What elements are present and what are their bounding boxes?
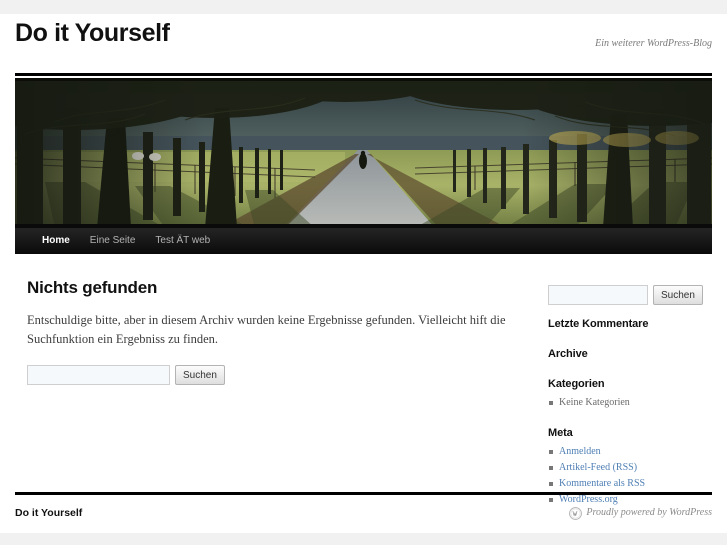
nav-item-eine-seite[interactable]: Eine Seite <box>80 228 146 254</box>
footer-divider <box>15 492 712 495</box>
category-empty-label: Keine Kategorien <box>559 397 630 408</box>
not-found-message: Entschuldige bitte, aber in diesem Archi… <box>27 313 506 346</box>
site-description: Ein weiterer WordPress-Blog <box>595 38 712 49</box>
list-item[interactable]: Anmelden <box>548 445 713 459</box>
site-title-link[interactable]: Do it Yourself <box>15 19 170 47</box>
nav-list: Home Eine Seite Test ÄT web <box>15 228 712 254</box>
main-content: Nichts gefunden Entschuldige bitte, aber… <box>27 278 517 385</box>
list-item: Keine Kategorien <box>548 396 713 410</box>
entry-content: Entschuldige bitte, aber in diesem Archi… <box>27 311 517 349</box>
widget-title-recent-comments: Letzte Kommentare <box>548 318 649 330</box>
browser-page: Do it Yourself Ein weiterer WordPress-Bl… <box>0 0 727 545</box>
nav-link-eine-seite[interactable]: Eine Seite <box>80 228 146 254</box>
tree-lined-path-photo <box>15 78 712 228</box>
site-title[interactable]: Do it Yourself <box>15 18 170 48</box>
site-header: Do it Yourself Ein weiterer WordPress-Bl… <box>15 18 712 70</box>
content-search-form[interactable]: Suchen <box>27 365 517 385</box>
meta-link-artikel-feed[interactable]: Artikel-Feed (RSS) <box>559 462 637 473</box>
sidebar-search-button[interactable]: Suchen <box>653 285 703 305</box>
content-search-input[interactable] <box>27 365 170 385</box>
widget-recent-comments: Letzte Kommentare <box>548 317 713 331</box>
meta-list: Anmelden Artikel-Feed (RSS) Kommentare a… <box>548 445 713 507</box>
widget-search: Suchen <box>548 285 713 305</box>
list-item[interactable]: Kommentare als RSS <box>548 477 713 491</box>
widget-title-archives: Archive <box>548 348 588 360</box>
nav-item-test-at-web[interactable]: Test ÄT web <box>145 228 220 254</box>
nav-item-home[interactable]: Home <box>32 228 80 254</box>
footer-site-title[interactable]: Do it Yourself <box>15 506 82 520</box>
header-divider <box>15 73 712 76</box>
content-search-button[interactable]: Suchen <box>175 365 225 385</box>
sidebar-search-input[interactable] <box>548 285 648 305</box>
widget-title-categories: Kategorien <box>548 378 605 390</box>
nav-link-home[interactable]: Home <box>32 228 80 254</box>
sidebar: Suchen Letzte Kommentare Archive Kategor… <box>548 285 713 519</box>
footer-credit-text[interactable]: Proudly powered by WordPress <box>586 506 712 520</box>
meta-link-wordpress-org[interactable]: WordPress.org <box>559 494 618 505</box>
meta-link-anmelden[interactable]: Anmelden <box>559 446 601 457</box>
list-item[interactable]: Artikel-Feed (RSS) <box>548 461 713 475</box>
primary-navigation[interactable]: Home Eine Seite Test ÄT web <box>15 228 712 254</box>
site-footer: Do it Yourself Proudly powered by WordPr… <box>15 505 712 525</box>
page-title: Nichts gefunden <box>27 278 158 297</box>
header-image[interactable] <box>15 78 712 228</box>
sidebar-search-form[interactable]: Suchen <box>548 285 713 305</box>
wordpress-logo-icon <box>569 506 583 520</box>
widget-archives: Archive <box>548 347 713 361</box>
meta-link-kommentare-rss[interactable]: Kommentare als RSS <box>559 478 645 489</box>
widget-categories: Kategorien Keine Kategorien <box>548 377 713 410</box>
nav-link-test-at-web[interactable]: Test ÄT web <box>145 228 220 254</box>
categories-list: Keine Kategorien <box>548 396 713 410</box>
widget-title-meta: Meta <box>548 427 573 439</box>
footer-credit[interactable]: Proudly powered by WordPress <box>569 506 712 520</box>
